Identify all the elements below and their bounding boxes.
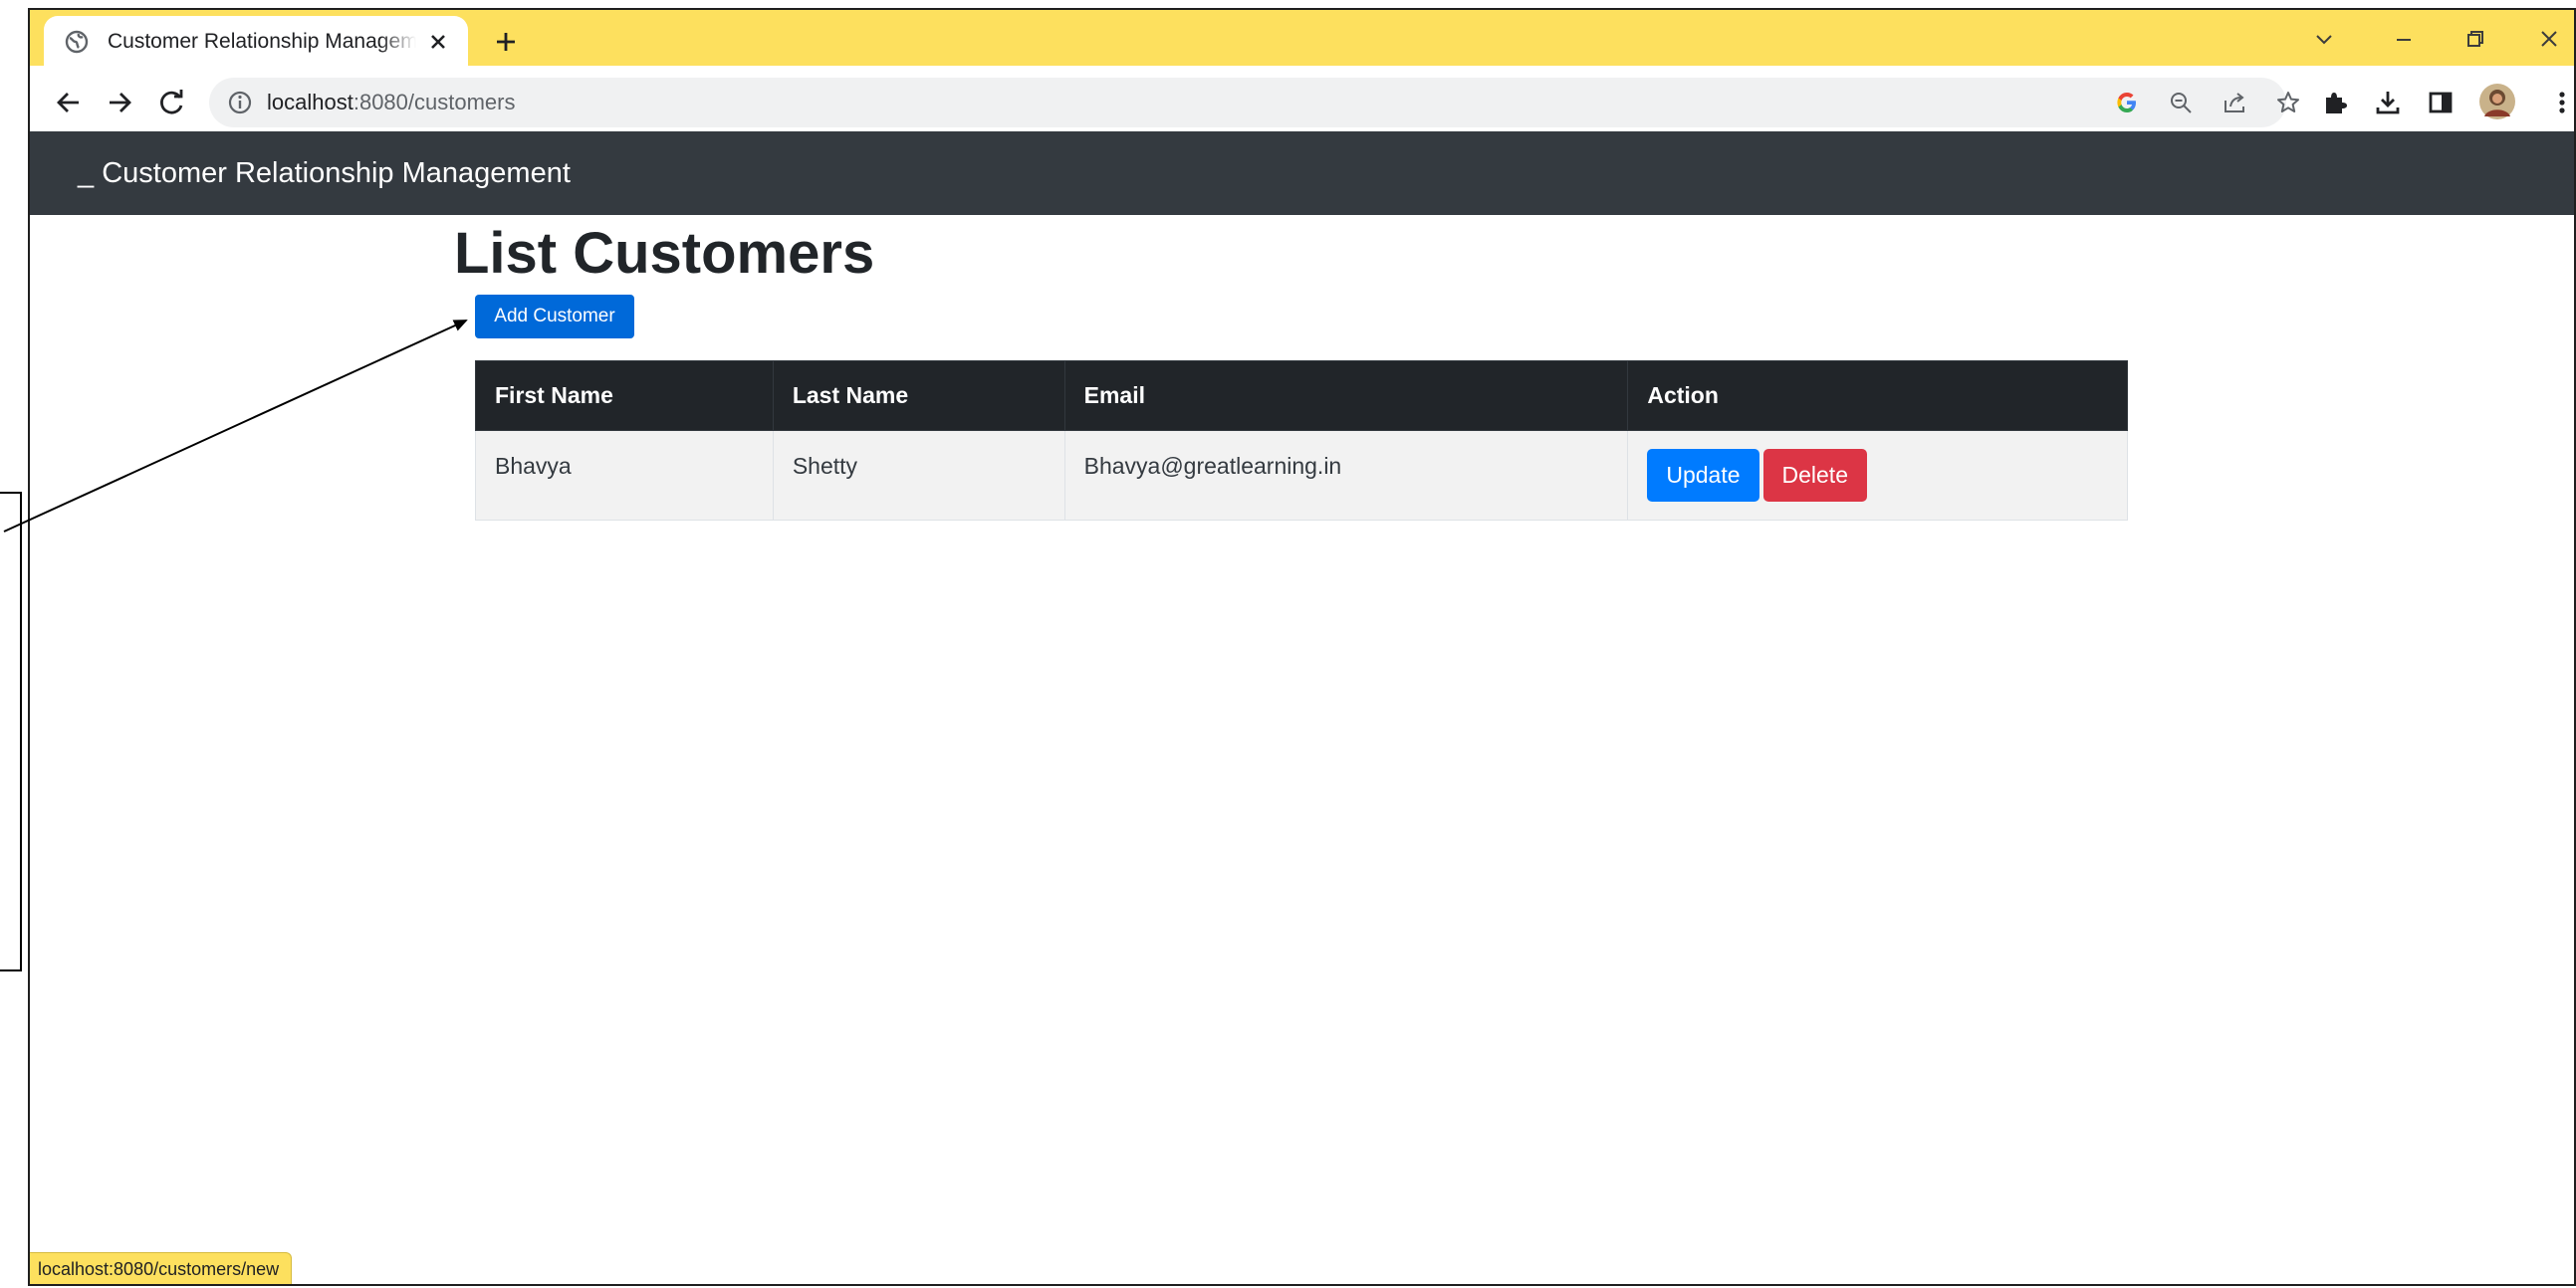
url-path: :8080/customers — [352, 90, 516, 114]
cell-action: Update Delete — [1627, 430, 2128, 521]
browser-window: Customer Relationship Management localho… — [28, 8, 2576, 1286]
column-header-action: Action — [1627, 360, 2128, 431]
app-navbar: _ Customer Relationship Management — [30, 131, 2574, 215]
restore-icon[interactable] — [2460, 24, 2490, 54]
avatar[interactable] — [2477, 82, 2517, 121]
cell-first-name: Bhavya — [475, 430, 774, 521]
browser-toolbar: localhost:8080/customers — [30, 66, 2574, 137]
info-icon[interactable] — [227, 90, 253, 115]
tab-strip: Customer Relationship Management — [30, 10, 2574, 68]
screenshot-stage: Customer Relationship Management localho… — [0, 0, 2576, 1288]
reload-icon[interactable] — [155, 86, 189, 119]
page-title: List Customers — [454, 221, 875, 286]
url-host: localhost — [267, 90, 353, 114]
tab-title: Customer Relationship Management — [108, 30, 416, 53]
navbar-brand-prefix: _ — [78, 157, 95, 189]
puzzle-icon[interactable] — [2320, 88, 2350, 117]
arrow-left-icon[interactable] — [52, 86, 86, 119]
zoom-out-icon[interactable] — [2168, 90, 2194, 115]
browser-tab[interactable]: Customer Relationship Management — [44, 16, 468, 68]
status-url-bubble: localhost:8080/customers/new — [30, 1252, 293, 1284]
chevron-down-icon[interactable] — [2309, 24, 2339, 54]
main-content: List Customers Add Customer First Name L… — [30, 215, 2574, 1284]
delete-button[interactable]: Delete — [1762, 449, 1867, 502]
arrow-right-icon[interactable] — [103, 86, 136, 119]
globe-icon — [64, 29, 90, 55]
column-header-email: Email — [1063, 360, 1629, 431]
plus-icon[interactable] — [488, 24, 524, 60]
cell-last-name: Shetty — [772, 430, 1065, 521]
customers-table: First Name Last Name Email Action Bhavya… — [475, 360, 2128, 521]
navbar-brand[interactable]: _ Customer Relationship Management — [78, 131, 571, 215]
column-header-first-name: First Name — [475, 360, 774, 431]
star-icon[interactable] — [2275, 90, 2301, 115]
download-icon[interactable] — [2373, 88, 2403, 117]
google-icon[interactable] — [2114, 90, 2140, 115]
navbar-brand-text: Customer Relationship Management — [102, 157, 571, 189]
update-button[interactable]: Update — [1647, 449, 1759, 502]
cell-email: Bhavya@greatlearning.in — [1063, 430, 1629, 521]
annotation-bracket — [0, 492, 22, 971]
url-text[interactable]: localhost:8080/customers — [267, 78, 515, 127]
close-window-icon[interactable] — [2534, 24, 2564, 54]
add-customer-button[interactable]: Add Customer — [475, 295, 634, 338]
share-icon[interactable] — [2222, 90, 2247, 115]
close-icon[interactable] — [424, 28, 452, 56]
kebab-menu-icon[interactable] — [2547, 88, 2574, 117]
address-bar[interactable]: localhost:8080/customers — [209, 78, 2299, 127]
minimize-icon[interactable] — [2389, 24, 2419, 54]
table-header-row: First Name Last Name Email Action — [475, 360, 2128, 431]
table-row: Bhavya Shetty Bhavya@greatlearning.in Up… — [475, 430, 2128, 521]
side-panel-icon[interactable] — [2426, 88, 2456, 117]
column-header-last-name: Last Name — [772, 360, 1065, 431]
